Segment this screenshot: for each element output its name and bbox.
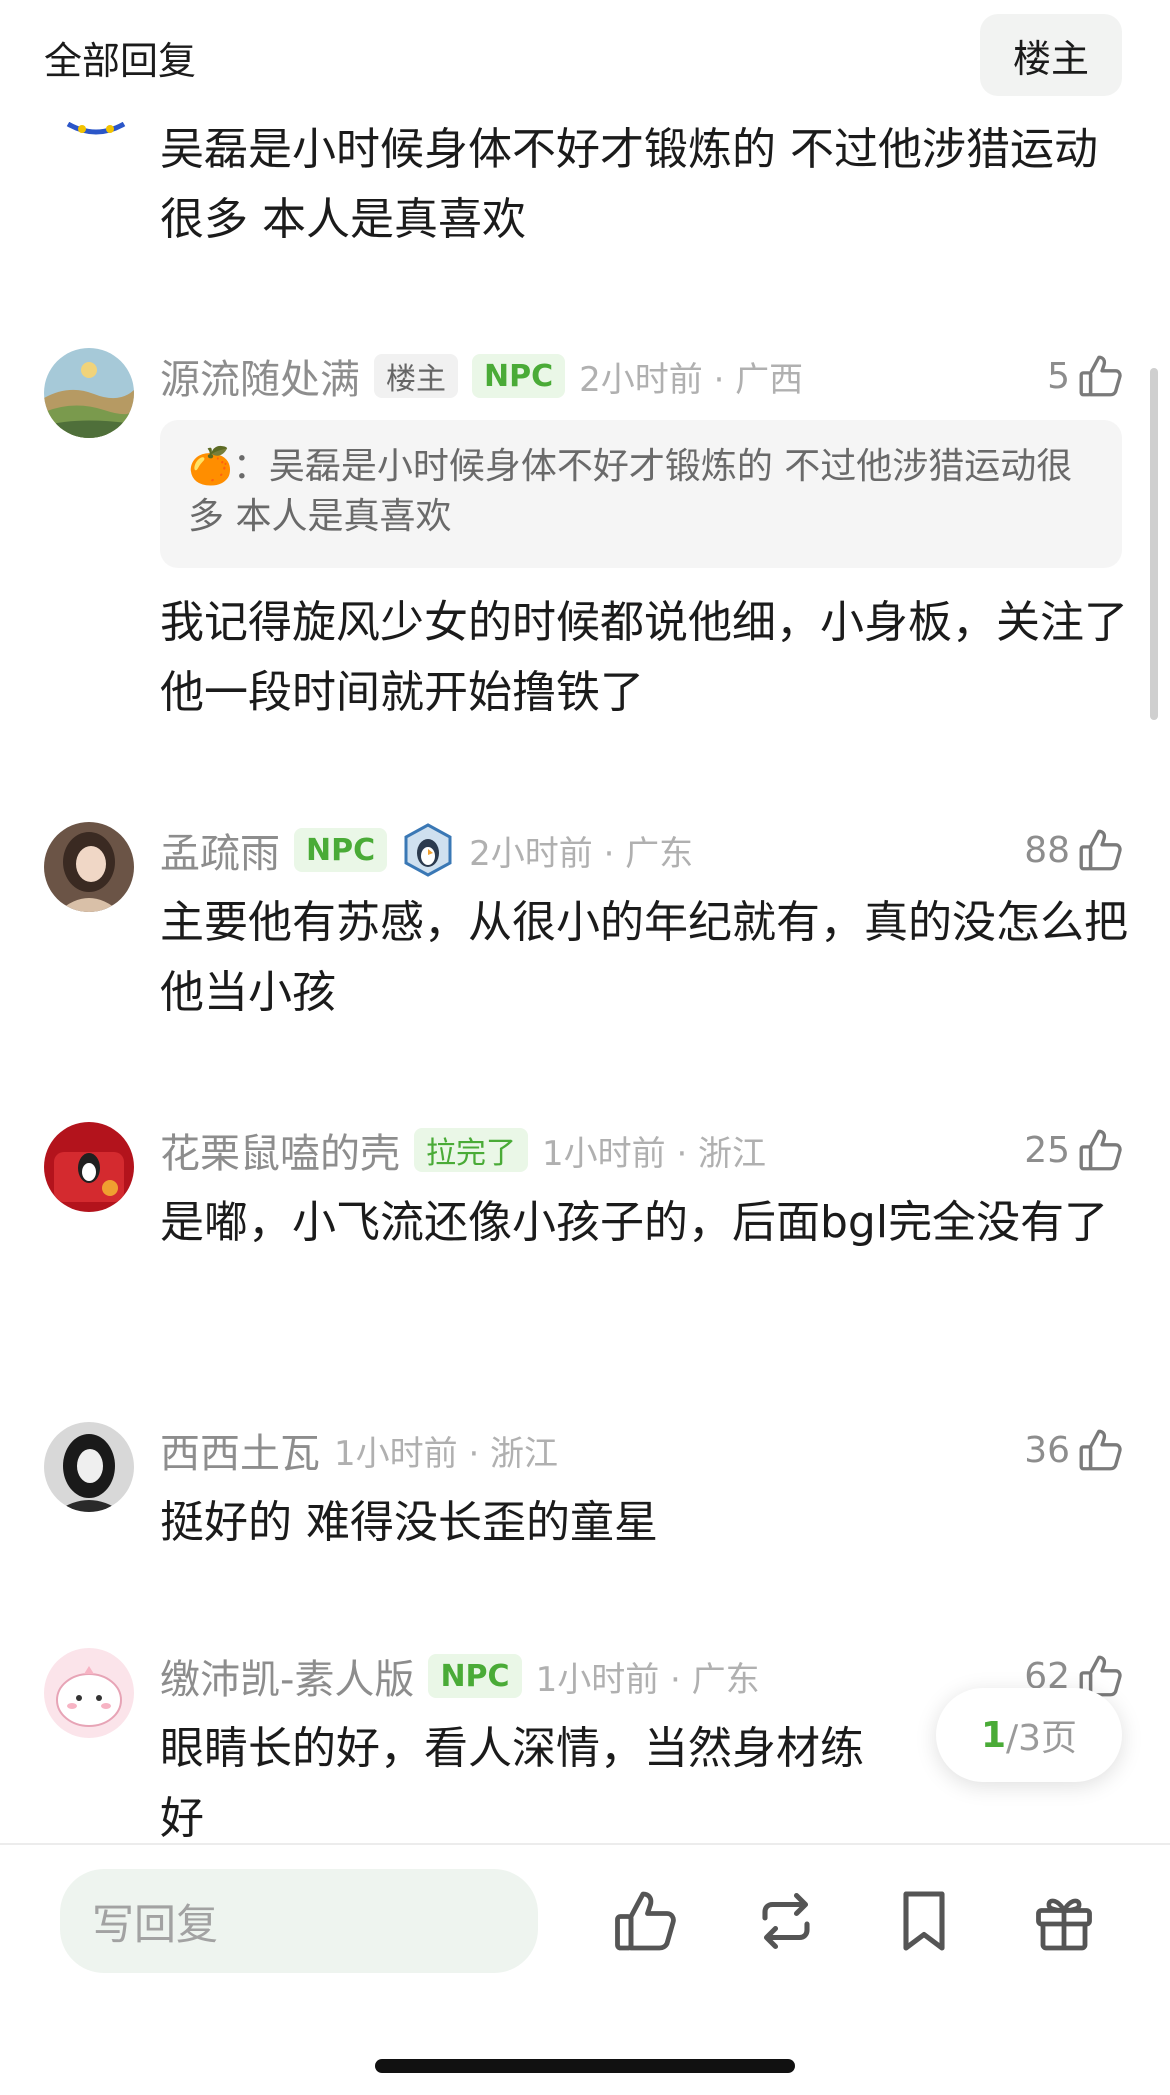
thumbs-up-icon [1076,351,1126,401]
like-button[interactable]: 88 [1024,822,1126,878]
comment-text: 主要他有苏感，从很小的年纪就有，真的没怎么把他当小孩 [160,897,1128,1018]
comment-meta: 1小时前 · 广东 [535,1659,760,1700]
comment-meta: 1小时前 · 浙江 [542,1133,767,1174]
owner-only-button[interactable]: 楼主 [980,14,1122,96]
avatar[interactable] [44,822,134,912]
comment-text: 挺好的 难得没长歪的童星 [160,1497,658,1548]
header: 全部回复 楼主 [0,0,1170,110]
quoted-text: ：吴磊是小时候身体不好才锻炼的 不过他涉猎运动很多 本人是真喜欢 [188,446,1073,537]
comment-text: 是嘟，小飞流还像小孩子的，后面bgl完全没有了 [160,1197,1109,1248]
username[interactable]: 源流随处满 [160,347,360,405]
gift-icon[interactable] [1028,1885,1100,1957]
total-pages: /3页 [1006,1718,1078,1759]
thumbs-up-icon[interactable] [610,1885,682,1957]
avatar[interactable] [44,348,134,438]
like-count: 5 [1047,355,1070,397]
comment-header: 缴沛凯-素人版 NPC 1小时前 · 广东 [160,1648,760,1704]
username[interactable]: 孟疏雨 [160,821,280,879]
repost-icon[interactable] [750,1885,822,1957]
comment-header: 孟疏雨 NPC 2小时前 · 广东 [160,822,693,878]
thumbs-up-icon [1076,1425,1126,1475]
orange-emoji: 🍊 [188,446,233,487]
scrollbar[interactable] [1150,368,1158,720]
page-indicator[interactable]: 1/3页 [936,1688,1122,1782]
like-button[interactable]: 5 [1047,348,1126,404]
username[interactable]: 花栗鼠嗑的壳 [160,1121,400,1179]
penguin-badge-icon [401,823,455,877]
like-count: 25 [1024,1129,1070,1171]
quoted-reply[interactable]: 🍊：吴磊是小时候身体不好才锻炼的 不过他涉猎运动很多 本人是真喜欢 [160,420,1122,568]
username[interactable]: 西西土瓦 [160,1421,320,1479]
thumbs-up-icon [1076,1125,1126,1175]
page-title: 全部回复 [44,39,197,83]
avatar[interactable] [44,1422,134,1512]
like-button[interactable]: 36 [1024,1422,1126,1478]
like-count: 36 [1024,1429,1070,1471]
like-button[interactable]: 25 [1024,1122,1126,1178]
bottom-bar: 写回复 [0,1843,1170,2095]
bookmark-icon[interactable] [888,1885,960,1957]
owner-badge: 楼主 [374,354,458,398]
user-tag-badge: 拉完了 [414,1128,528,1172]
comment-meta: 1小时前 · 浙江 [334,1433,559,1474]
avatar[interactable] [44,1648,134,1738]
home-indicator [375,2059,795,2073]
current-page: 1 [980,1714,1006,1756]
comment-header: 花栗鼠嗑的壳 拉完了 1小时前 · 浙江 [160,1122,766,1178]
npc-badge: NPC [428,1654,522,1698]
comment-header: 西西土瓦 1小时前 · 浙江 [160,1422,558,1478]
avatar[interactable] [44,1122,134,1212]
avatar-partial [66,122,126,140]
comment-text: 我记得旋风少女的时候都说他细，小身板，关注了他一段时间就开始撸铁了 [160,597,1128,718]
comment-meta: 2小时前 · 广西 [579,359,804,400]
comment-text: 吴磊是小时候身体不好才锻炼的 不过他涉猎运动很多 本人是真喜欢 [160,124,1098,245]
comment-header: 源流随处满 楼主 NPC 2小时前 · 广西 [160,348,803,404]
npc-badge: NPC [472,354,566,398]
comment-meta: 2小时前 · 广东 [469,833,694,874]
reply-input[interactable]: 写回复 [60,1869,538,1973]
username[interactable]: 缴沛凯-素人版 [160,1647,414,1705]
npc-badge: NPC [294,828,388,872]
thumbs-up-icon [1076,825,1126,875]
like-count: 88 [1024,829,1070,871]
